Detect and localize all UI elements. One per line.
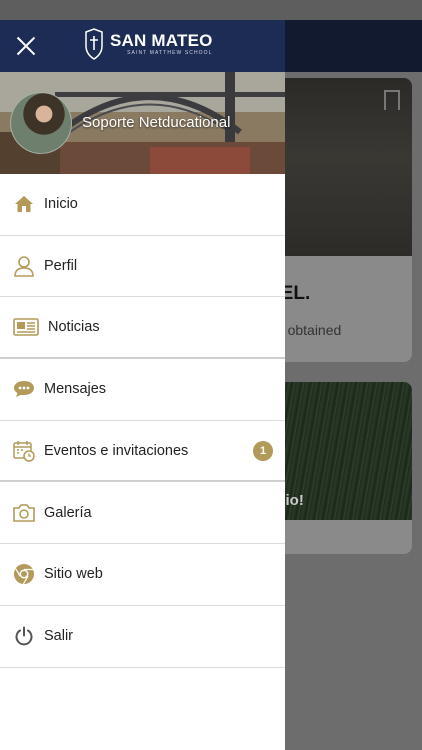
menu-item-noticias[interactable]: Noticias [0,297,285,360]
camera-icon [12,501,36,525]
newspaper-icon [12,315,40,339]
menu-item-label: Salir [44,628,74,645]
school-logo: SAN MATEO SAINT MATTHEW SCHOOL [84,28,213,60]
menu-item-salir[interactable]: Salir [0,606,285,668]
menu-item-perfil[interactable]: Perfil [0,236,285,298]
brand-subtitle: SAINT MATTHEW SCHOOL [127,49,213,56]
bookmark-icon[interactable] [384,90,400,110]
news-card[interactable]: VEL. 7, obtained [268,78,412,362]
menu-item-mensajes[interactable]: Mensajes [0,359,285,421]
drawer-header: SAN MATEO SAINT MATTHEW SCHOOL [0,20,285,72]
chat-bubble-icon [12,377,36,401]
news-card[interactable]: egio! [268,382,412,554]
menu-item-label: Galería [44,504,92,521]
menu-item-galeria[interactable]: Galería [0,482,285,545]
menu-item-label: Inicio [44,196,78,213]
user-icon [12,254,36,278]
menu-item-inicio[interactable]: Inicio [0,174,285,236]
home-icon [12,192,36,216]
avatar[interactable] [10,92,72,154]
status-bar [0,0,422,20]
profile-banner[interactable]: Soporte Netducational [0,72,285,174]
crest-icon [85,28,103,60]
menu-item-label: Mensajes [44,381,107,398]
calendar-clock-icon [12,439,36,463]
brand-name: SAN MATEO [110,30,213,50]
notification-badge: 1 [253,440,273,461]
chrome-icon [12,562,36,586]
menu-item-label: Perfil [44,258,78,275]
close-icon[interactable] [12,32,40,60]
menu-item-label: Eventos e invitaciones [44,442,189,459]
menu-item-label: Noticias [48,319,100,336]
profile-name: Soporte Netducational [82,114,231,131]
navigation-drawer: SAN MATEO SAINT MATTHEW SCHOOL Soporte N… [0,20,285,750]
menu-item-eventos[interactable]: Eventos e invitaciones 1 [0,421,285,483]
menu-item-label: Sitio web [44,566,103,583]
menu-item-sitio-web[interactable]: Sitio web [0,544,285,606]
drawer-menu: Inicio Perfil Noticias Mensajes Eventos … [0,174,285,668]
power-icon [12,624,36,648]
